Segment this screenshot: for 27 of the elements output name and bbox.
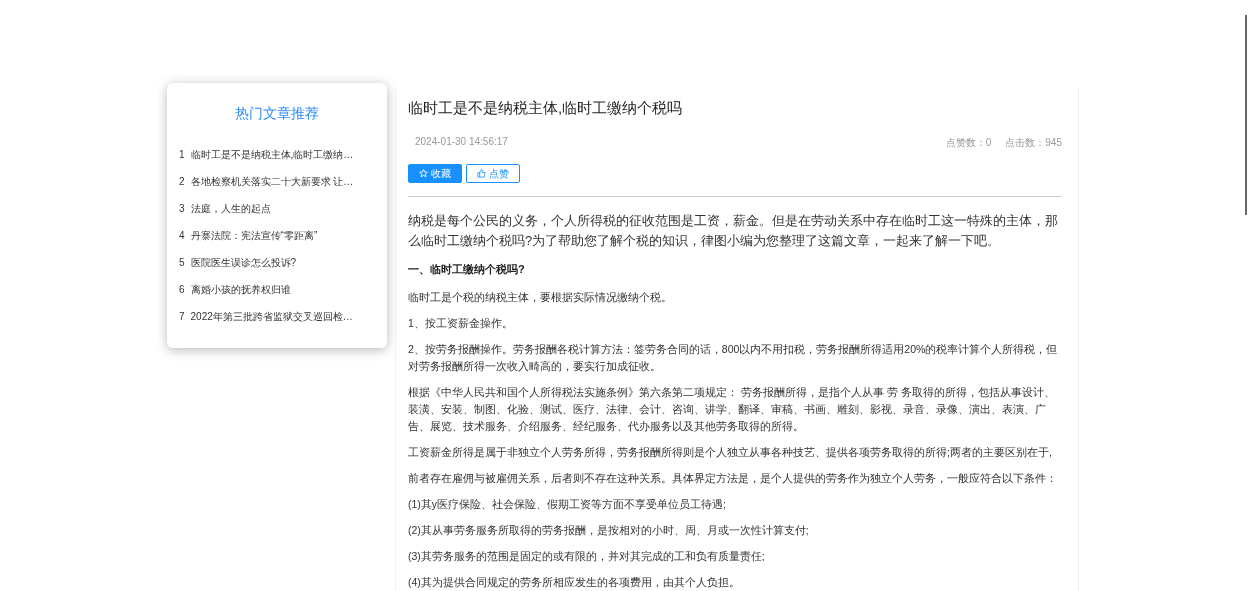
- body-paragraph: (1)其y医疗保险、社会保险、假期工资等方面不享受单位员工待遇;: [408, 497, 727, 512]
- article-link[interactable]: 3 法庭，人生的起点: [167, 195, 387, 222]
- body-paragraph: 临时工是个税的纳税主体，要根据实际情况缴纳个税。: [408, 290, 673, 305]
- body-paragraph: 根据《中华人民共和国个人所得税法实施条例》第六条第二项规定： 劳务报酬所得，是指个人从事 劳 务取得的所得，包括从事设计、装潢、安装、制图、化验、测试、医疗、法律、会计、咨询、讲学、翻译、审稿、书画、雕刻、影视、录音、录像、演出、表演、广告、展览、技术服务、介绍服务、经纪服务、代办服务以及其他劳务取得的所得。: [408, 385, 1056, 434]
- body-paragraph: 2、按劳务报酬操作。劳务报酬各税计算方法：签劳务合同的话，800以内不用扣税，劳务报酬所得适用20%的税率计算个人所得税，但对劳务报酬所得一次收入畸高的，要实行加成征收。: [408, 342, 1059, 374]
- body-paragraph: 1、按工资薪金操作。: [408, 316, 514, 331]
- sidebar-title: 热门文章推荐: [234, 105, 320, 123]
- publish-date: 2024-01-30 14:56:17: [415, 136, 508, 149]
- star-icon: [419, 169, 428, 178]
- article-link[interactable]: 4 丹寨法院：宪法宣传“零距离”: [167, 222, 387, 249]
- body-paragraph: 前者存在雇佣与被雇佣关系，后者则不存在这种关系。具体界定方法是，是个人提供的劳务作为独立个人劳务，一般应符合以下条件：: [408, 471, 1058, 486]
- article-title: 临时工是不是纳税主体,临时工缴纳个税吗: [408, 99, 684, 118]
- section-heading: 一、临时工缴纳个税吗?: [408, 262, 526, 277]
- body-paragraph: (4)其为提供合同规定的劳务所相应发生的各项费用，由其个人负担。: [408, 575, 741, 590]
- scrollbar-thumb[interactable]: [1245, 15, 1247, 215]
- body-paragraph: (2)其从事劳务服务所取得的劳务报酬，是按相对的小时、周、月或一次性计算支付;: [408, 523, 810, 538]
- article-link[interactable]: 6 离婚小孩的抚养权归谁: [167, 276, 387, 303]
- thumbs-up-icon: [477, 169, 486, 178]
- body-paragraph: (3)其劳务服务的范围是固定的或有限的，并对其完成的工和负有质量责任;: [408, 549, 766, 564]
- article-link[interactable]: 5 医院医生误诊怎么投诉?: [167, 249, 387, 276]
- intro-paragraph: 纳税是每个公民的义务，个人所得税的征收范围是工资，薪金。但是在劳动关系中存在临时工这一特殊的主体，那么临时工缴纳个税吗?为了帮助您了解个税的知识，律图小编为您整理了这篇文章，一起来了解一下吧。: [408, 212, 1059, 250]
- stat-count: 点赞数：0: [945, 136, 992, 150]
- stat-count: 点击数：945: [1005, 136, 1062, 150]
- article-link[interactable]: 1 临时工是不是纳税主体,临时工缴纳…: [167, 141, 387, 168]
- body-paragraph: 工资薪金所得是属于非独立个人劳务所得，劳务报酬所得则是个人独立从事各种技艺、提供各项劳务取得的所得;两者的主要区别在于,: [408, 445, 1053, 460]
- article-link[interactable]: 2 各地检察机关落实二十大新要求 让…: [167, 168, 387, 195]
- article-link[interactable]: 7 2022年第三批跨省监狱交叉巡回检…: [167, 303, 387, 330]
